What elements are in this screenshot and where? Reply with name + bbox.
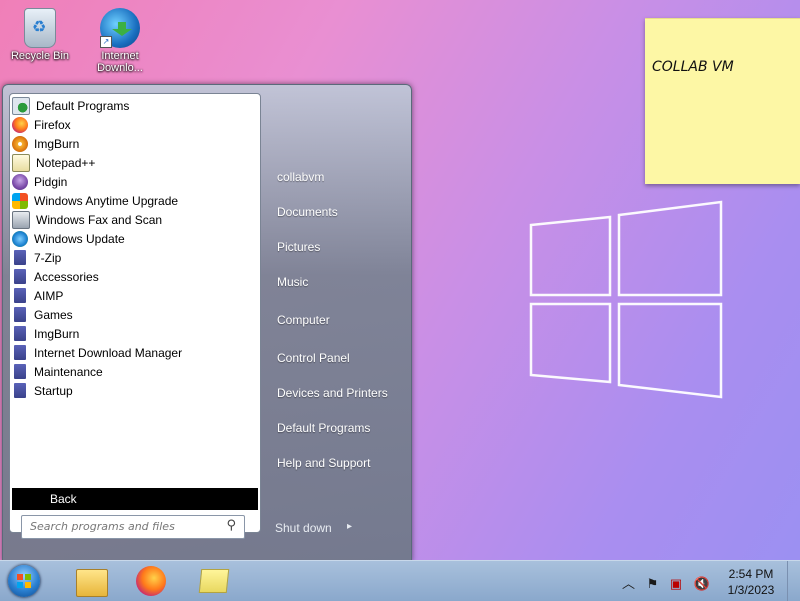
start-right-pane: collabvm Documents Pictures Music Comput… xyxy=(265,85,411,561)
show-hidden-icons-chevron-icon[interactable]: ︿ xyxy=(622,576,635,591)
search-input[interactable]: Search programs and files ⚲ xyxy=(21,515,245,539)
recycle-bin-icon xyxy=(24,8,56,48)
program-windows-update[interactable]: Windows Update xyxy=(12,229,256,248)
search-placeholder: Search programs and files xyxy=(30,520,175,533)
windows-update-icon xyxy=(12,230,28,247)
taskbar-clock[interactable]: 2:54 PM 1/3/2023 xyxy=(716,566,786,598)
right-item-computer[interactable]: Computer xyxy=(277,313,330,327)
imgburn-icon xyxy=(12,135,28,152)
desktop-icon-internet-download-manager[interactable]: ↗ Internet Downlo... xyxy=(82,2,158,74)
program-folder-accessories[interactable]: Accessories xyxy=(12,267,256,286)
start-menu: Default Programs Firefox ImgBurn Notepad… xyxy=(2,84,412,562)
program-windows-anytime-upgrade[interactable]: Windows Anytime Upgrade xyxy=(12,191,256,210)
shortcut-arrow-icon: ↗ xyxy=(100,36,112,48)
fax-scan-icon xyxy=(12,210,30,229)
program-pidgin[interactable]: Pidgin xyxy=(12,172,256,191)
program-notepadpp[interactable]: Notepad++ xyxy=(12,153,256,172)
back-button[interactable]: Back xyxy=(12,488,258,510)
program-folder-aimp[interactable]: AIMP xyxy=(12,286,256,305)
network-icon[interactable]: ▣ xyxy=(670,576,682,591)
program-folder-7zip[interactable]: 7-Zip xyxy=(12,248,256,267)
sticky-notes-icon xyxy=(198,569,230,593)
sticky-note-text[interactable]: COLLAB VM xyxy=(652,59,734,75)
sticky-note[interactable]: COLLAB VM xyxy=(645,18,800,184)
program-windows-fax-scan[interactable]: Windows Fax and Scan xyxy=(12,210,256,229)
all-programs-list: Default Programs Firefox ImgBurn Notepad… xyxy=(9,93,261,533)
program-folder-idm[interactable]: Internet Download Manager xyxy=(12,343,256,362)
desktop-icon-label: Internet Downlo... xyxy=(97,50,143,74)
folder-icon xyxy=(14,383,26,398)
clock-time: 2:54 PM xyxy=(728,567,774,581)
pidgin-icon xyxy=(12,173,28,190)
right-item-control-panel[interactable]: Control Panel xyxy=(277,351,350,365)
program-default-programs[interactable]: Default Programs xyxy=(12,96,256,115)
right-item-help-support[interactable]: Help and Support xyxy=(277,456,370,470)
folder-icon xyxy=(14,326,26,341)
search-icon[interactable]: ⚲ xyxy=(226,518,236,533)
windows-flag-icon xyxy=(17,574,31,588)
program-folder-imgburn[interactable]: ImgBurn xyxy=(12,324,256,343)
folder-icon xyxy=(14,345,26,360)
folder-icon xyxy=(14,364,26,379)
folder-explorer-icon xyxy=(76,569,108,597)
program-firefox[interactable]: Firefox xyxy=(12,115,256,134)
taskbar-sticky-notes-button[interactable] xyxy=(186,563,242,599)
notepadpp-icon xyxy=(12,153,30,172)
folder-icon xyxy=(14,269,26,284)
default-programs-icon xyxy=(12,96,30,115)
shutdown-options-arrow-icon[interactable]: ▸ xyxy=(347,521,352,532)
desktop-icon-recycle-bin[interactable]: Recycle Bin xyxy=(2,2,78,62)
back-label: Back xyxy=(50,492,77,506)
windows-logo-wallpaper xyxy=(529,200,723,399)
firefox-icon xyxy=(136,566,166,596)
program-imgburn[interactable]: ImgBurn xyxy=(12,134,256,153)
program-folder-startup[interactable]: Startup xyxy=(12,381,256,400)
volume-muted-icon[interactable]: 🔇 xyxy=(694,576,710,591)
clock-date: 1/3/2023 xyxy=(727,583,775,597)
program-folder-games[interactable]: Games xyxy=(12,305,256,324)
right-item-music[interactable]: Music xyxy=(277,275,308,289)
start-button[interactable] xyxy=(8,565,40,597)
desktop-icon-label: Recycle Bin xyxy=(10,50,70,62)
shutdown-button[interactable]: Shut down xyxy=(275,521,332,535)
idm-globe-icon: ↗ xyxy=(100,8,140,48)
folder-icon xyxy=(14,307,26,322)
right-item-user[interactable]: collabvm xyxy=(277,170,324,184)
folder-icon xyxy=(14,288,26,303)
anytime-upgrade-icon xyxy=(12,192,28,209)
taskbar: ︿ ⚑ ▣ 🔇 2:54 PM 1/3/2023 xyxy=(0,560,800,601)
folder-icon xyxy=(14,250,26,265)
program-folder-maintenance[interactable]: Maintenance xyxy=(12,362,256,381)
taskbar-explorer-button[interactable] xyxy=(62,563,118,599)
firefox-icon xyxy=(12,116,28,133)
right-item-devices-printers[interactable]: Devices and Printers xyxy=(277,386,388,400)
taskbar-firefox-button[interactable] xyxy=(124,563,180,599)
right-item-default-programs[interactable]: Default Programs xyxy=(277,421,370,435)
right-item-documents[interactable]: Documents xyxy=(277,205,338,219)
show-desktop-button[interactable] xyxy=(787,561,800,601)
action-center-flag-icon[interactable]: ⚑ xyxy=(647,576,659,591)
system-tray: ︿ ⚑ ▣ 🔇 xyxy=(622,573,718,592)
right-item-pictures[interactable]: Pictures xyxy=(277,240,320,254)
